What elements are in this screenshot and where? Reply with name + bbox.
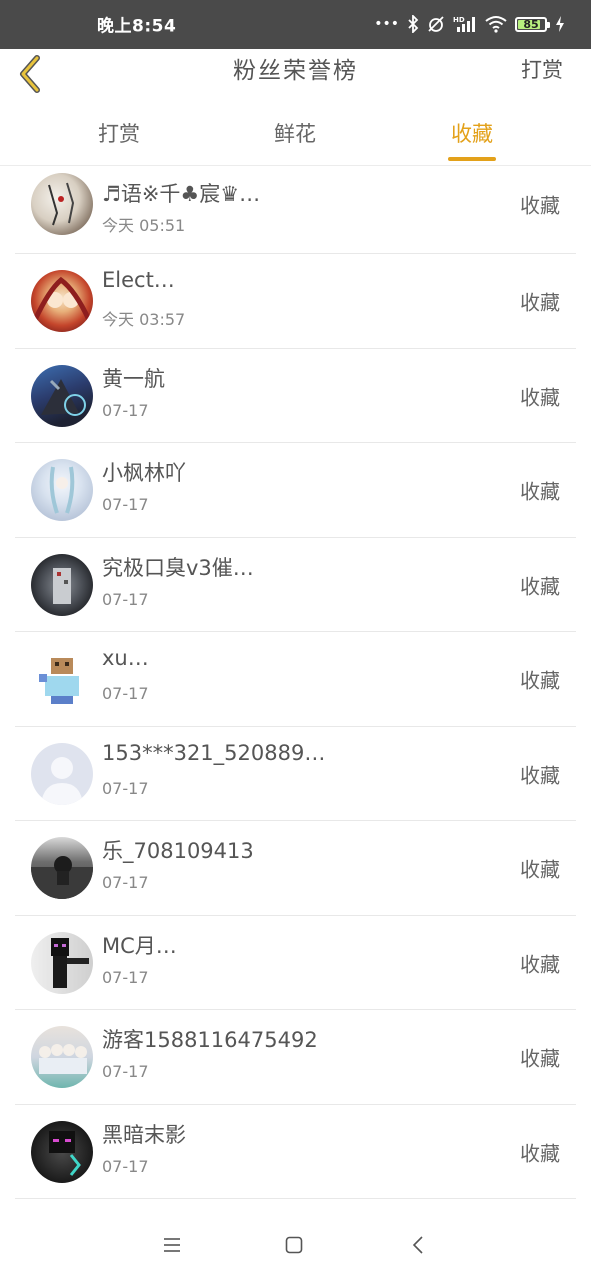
item-date: 07-17 (102, 400, 149, 420)
more-dots-icon: ••• (374, 16, 399, 32)
status-time: 晚上8:54 (97, 16, 177, 37)
item-date: 07-17 (102, 778, 149, 798)
avatar[interactable] (31, 553, 93, 616)
reward-action-button[interactable]: 打赏 (521, 49, 563, 91)
svg-text:HD: HD (453, 16, 465, 24)
item-type-label: 收藏 (520, 193, 560, 218)
avatar[interactable] (31, 648, 93, 711)
list-item[interactable]: 小枫林吖 07-17 收藏 (0, 443, 591, 538)
item-date: 07-17 (102, 967, 149, 987)
charging-icon (556, 16, 564, 32)
avatar[interactable] (31, 1026, 93, 1089)
tab-reward[interactable]: 打赏 (44, 101, 194, 165)
list-item[interactable]: 153***321_520889… 07-17 收藏 (0, 727, 591, 822)
item-type-label: 收藏 (520, 385, 560, 410)
menu-button[interactable] (157, 1230, 187, 1260)
avatar[interactable] (31, 837, 93, 900)
avatar[interactable] (31, 173, 93, 235)
item-date: 今天 03:57 (102, 310, 186, 329)
item-name: 黑暗末影 (102, 1122, 186, 1147)
item-name: Elect… (102, 268, 175, 292)
item-date: 今天 05:51 (102, 216, 186, 235)
list-item[interactable]: 黄一航 07-17 收藏 (0, 349, 591, 444)
item-date: 07-17 (102, 684, 149, 703)
item-date: 07-17 (102, 873, 149, 892)
tab-favorites[interactable]: 收藏 (397, 101, 547, 165)
list-item[interactable]: ♬语※千♣宸♛… 今天 05:51 收藏 (0, 166, 591, 254)
list-item[interactable]: 乐_708109413 07-17 收藏 (0, 821, 591, 916)
hd-signal-icon: HD (453, 16, 475, 32)
fan-list: ♬语※千♣宸♛… 今天 05:51 收藏 Elect… 今天 03:57 收藏 … (0, 166, 591, 1199)
menu-icon (164, 1238, 180, 1252)
battery-icon: 85 (515, 16, 550, 32)
item-type-label: 收藏 (520, 952, 560, 977)
list-item[interactable]: 游客1588116475492 07-17 收藏 (0, 1010, 591, 1105)
avatar[interactable] (31, 364, 93, 427)
avatar[interactable] (31, 1120, 93, 1183)
tab-label: 收藏 (451, 122, 493, 146)
item-date: 07-17 (102, 495, 149, 514)
avatar[interactable] (31, 742, 93, 805)
list-item[interactable]: 究极口臭v3催… 07-17 收藏 (0, 538, 591, 633)
avatar[interactable] (31, 459, 93, 522)
avatar[interactable] (31, 270, 93, 333)
item-name: xu… (102, 646, 149, 670)
tab-flowers[interactable]: 鲜花 (220, 101, 370, 165)
item-type-label: 收藏 (520, 1046, 560, 1071)
item-name: 小枫林吖 (102, 461, 186, 485)
back-nav-button[interactable] (403, 1230, 433, 1260)
list-item[interactable]: MC月… 07-17 收藏 (0, 916, 591, 1011)
list-item[interactable]: Elect… 今天 03:57 收藏 (0, 254, 591, 349)
bluetooth-icon (408, 15, 419, 33)
item-date: 07-17 (102, 589, 149, 609)
item-type-label: 收藏 (520, 668, 560, 693)
item-date: 07-17 (102, 1062, 149, 1081)
item-name: MC月… (102, 933, 177, 958)
home-icon (285, 1236, 303, 1254)
list-item[interactable]: 黑暗末影 07-17 收藏 (0, 1105, 591, 1200)
item-type-label: 收藏 (520, 290, 560, 315)
list-item[interactable]: xu… 07-17 收藏 (0, 632, 591, 727)
item-date: 07-17 (102, 1156, 149, 1176)
back-icon (412, 1236, 423, 1254)
tab-bar: 打赏 鲜花 收藏 (0, 101, 591, 166)
title-bar: 粉丝荣誉榜 打赏 (0, 49, 591, 102)
battery-level: 85 (523, 17, 539, 31)
system-nav-bar (0, 1210, 591, 1280)
active-tab-indicator (448, 157, 496, 161)
item-type-label: 收藏 (520, 574, 560, 599)
item-type-label: 收藏 (520, 1141, 560, 1166)
tab-label: 打赏 (98, 122, 140, 146)
status-bar: 晚上8:54 ••• HD 85 (0, 0, 591, 49)
item-type-label: 收藏 (520, 479, 560, 504)
item-name: 究极口臭v3催… (102, 555, 254, 580)
item-type-label: 收藏 (520, 763, 560, 788)
avatar[interactable] (31, 931, 93, 994)
alarm-off-icon (428, 16, 444, 32)
item-name: 乐_708109413 (102, 839, 254, 863)
item-name: 黄一航 (102, 366, 165, 391)
item-name: 游客1588116475492 (102, 1028, 318, 1052)
status-icons: ••• HD 85 (374, 14, 565, 34)
home-button[interactable] (279, 1230, 309, 1260)
wifi-icon (485, 16, 507, 33)
item-name: ♬语※千♣宸♛… (102, 182, 261, 206)
tab-label: 鲜花 (274, 122, 316, 146)
item-type-label: 收藏 (520, 857, 560, 882)
page-title: 粉丝荣誉榜 (233, 58, 358, 84)
item-name: 153***321_520889… (102, 740, 326, 765)
